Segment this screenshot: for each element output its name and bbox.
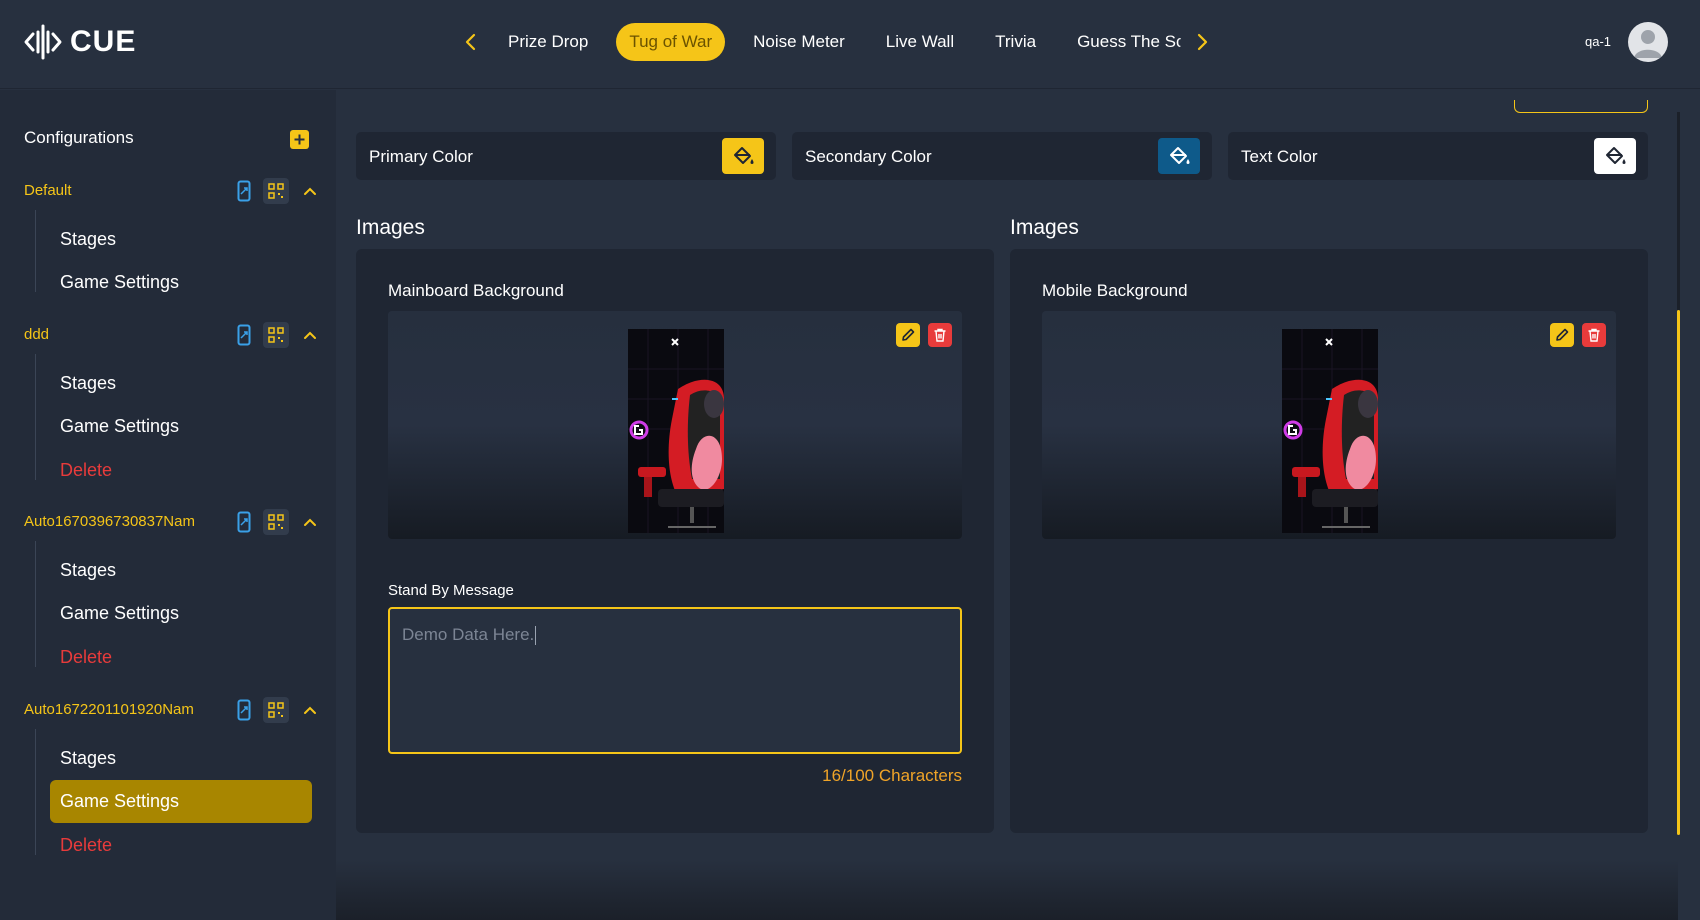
config-name[interactable]: Default — [24, 182, 72, 199]
gaming-chair-image — [628, 329, 724, 533]
nav-prev-arrow-icon[interactable] — [457, 28, 485, 56]
tab-live-wall[interactable]: Live Wall — [873, 23, 967, 61]
config-name[interactable]: Auto1672201101920Nam — [24, 701, 194, 718]
trash-icon — [1588, 328, 1600, 342]
mobile-preview-icon[interactable] — [231, 178, 257, 204]
secondary-color-button[interactable] — [1158, 138, 1200, 174]
qr-code-icon[interactable] — [263, 697, 289, 723]
stand-by-message-textarea[interactable]: Demo Data Here. — [388, 607, 962, 754]
main-content: Primary Color Secondary Color Text Color… — [336, 90, 1680, 920]
chevron-up-icon[interactable] — [297, 322, 323, 348]
sidebar-title: Configurations — [24, 128, 134, 147]
primary-color-label: Primary Color — [369, 147, 473, 166]
sidebar-item-stages[interactable]: Stages — [50, 549, 312, 592]
sidebar-item-stages[interactable]: Stages — [50, 737, 312, 780]
trash-icon — [934, 328, 946, 342]
user-name: qa-1 — [1585, 34, 1612, 49]
config-header-auto1672201101920nam: Auto1672201101920Nam — [24, 697, 316, 725]
mobile-preview-icon[interactable] — [231, 509, 257, 535]
top-navigation-bar: CUE Prize Drop Tug of War Noise Meter Li… — [0, 0, 1700, 89]
text-cursor — [535, 626, 537, 646]
secondary-color-picker: Secondary Color — [792, 132, 1212, 180]
config-name[interactable]: ddd — [24, 326, 49, 343]
game-tabs: Prize Drop Tug of War Noise Meter Live W… — [495, 22, 1187, 62]
images-section-title: Images — [356, 216, 425, 239]
bottom-fade — [336, 860, 1678, 920]
mobile-preview-icon[interactable] — [231, 697, 257, 723]
sidebar-item-delete[interactable]: Delete — [50, 449, 312, 492]
delete-image-button[interactable] — [1582, 323, 1606, 347]
sidebar-item-game-settings[interactable]: Game Settings — [50, 261, 312, 304]
character-count: 16/100 Characters — [822, 766, 962, 785]
mobile-background-preview — [1042, 311, 1616, 539]
chevron-up-icon[interactable] — [297, 697, 323, 723]
chevron-up-icon[interactable] — [297, 509, 323, 535]
qr-code-icon[interactable] — [263, 509, 289, 535]
partial-button-outline[interactable] — [1514, 100, 1648, 113]
mainboard-background-label: Mainboard Background — [388, 281, 564, 300]
mainboard-background-preview — [388, 311, 962, 539]
tab-tug-of-war[interactable]: Tug of War — [616, 23, 726, 61]
text-color-picker: Text Color — [1228, 132, 1648, 180]
sidebar-item-game-settings[interactable]: Game Settings — [50, 592, 312, 635]
delete-image-button[interactable] — [928, 323, 952, 347]
scrollbar-thumb[interactable] — [1677, 310, 1680, 835]
logo-waveform-icon — [24, 24, 62, 60]
chevron-up-icon[interactable] — [297, 178, 323, 204]
plus-icon — [294, 134, 305, 145]
cue-logo[interactable]: CUE — [24, 22, 136, 62]
config-header-ddd: ddd — [24, 322, 316, 350]
tab-noise-meter[interactable]: Noise Meter — [740, 23, 858, 61]
user-avatar-icon — [1634, 30, 1662, 58]
configurations-sidebar: Configurations Default Stages Game Setti… — [0, 90, 336, 920]
tree-line — [35, 541, 36, 667]
tree-line — [35, 729, 36, 855]
primary-color-picker: Primary Color — [356, 132, 776, 180]
sidebar-item-game-settings[interactable]: Game Settings — [50, 405, 312, 448]
tab-guess-the-score[interactable]: Guess The Sc — [1064, 23, 1181, 61]
paint-bucket-icon — [1170, 147, 1190, 164]
stand-by-message-text: Demo Data Here. — [402, 625, 535, 644]
qr-code-icon[interactable] — [263, 178, 289, 204]
mobile-background-label: Mobile Background — [1042, 281, 1188, 300]
config-name[interactable]: Auto1670396730837Nam — [24, 513, 195, 530]
edit-image-button[interactable] — [1550, 323, 1574, 347]
nav-next-arrow-icon[interactable] — [1188, 28, 1216, 56]
sidebar-item-stages[interactable]: Stages — [50, 362, 312, 405]
edit-image-button[interactable] — [896, 323, 920, 347]
avatar[interactable] — [1628, 22, 1668, 62]
sidebar-item-delete[interactable]: Delete — [50, 824, 312, 867]
mobile-images-panel: Mobile Background — [1010, 249, 1648, 833]
tab-trivia[interactable]: Trivia — [982, 23, 1049, 61]
qr-code-icon[interactable] — [263, 322, 289, 348]
paint-bucket-icon — [734, 147, 754, 164]
text-color-button[interactable] — [1594, 138, 1636, 174]
mainboard-images-panel: Mainboard Background Stand By Message De… — [356, 249, 994, 833]
tab-prize-drop[interactable]: Prize Drop — [495, 23, 601, 61]
tree-line — [35, 354, 36, 480]
pencil-icon — [1556, 328, 1569, 341]
secondary-color-label: Secondary Color — [805, 147, 932, 166]
paint-bucket-icon — [1606, 147, 1626, 164]
background-thumbnail — [1282, 329, 1378, 533]
pencil-icon — [902, 328, 915, 341]
config-header-auto1670396730837nam: Auto1670396730837Nam — [24, 509, 316, 537]
sidebar-item-delete[interactable]: Delete — [50, 636, 312, 679]
logo-text: CUE — [70, 25, 137, 58]
config-header-default: Default — [24, 178, 316, 206]
primary-color-button[interactable] — [722, 138, 764, 174]
images-section-title: Images — [1010, 216, 1079, 239]
tree-line — [35, 210, 36, 292]
background-thumbnail — [628, 329, 724, 533]
gaming-chair-image — [1282, 329, 1378, 533]
stand-by-message-label: Stand By Message — [388, 582, 514, 599]
add-configuration-button[interactable] — [290, 130, 309, 149]
sidebar-item-game-settings-active[interactable]: Game Settings — [50, 780, 312, 823]
sidebar-item-stages[interactable]: Stages — [50, 218, 312, 261]
text-color-label: Text Color — [1241, 147, 1318, 166]
mobile-preview-icon[interactable] — [231, 322, 257, 348]
